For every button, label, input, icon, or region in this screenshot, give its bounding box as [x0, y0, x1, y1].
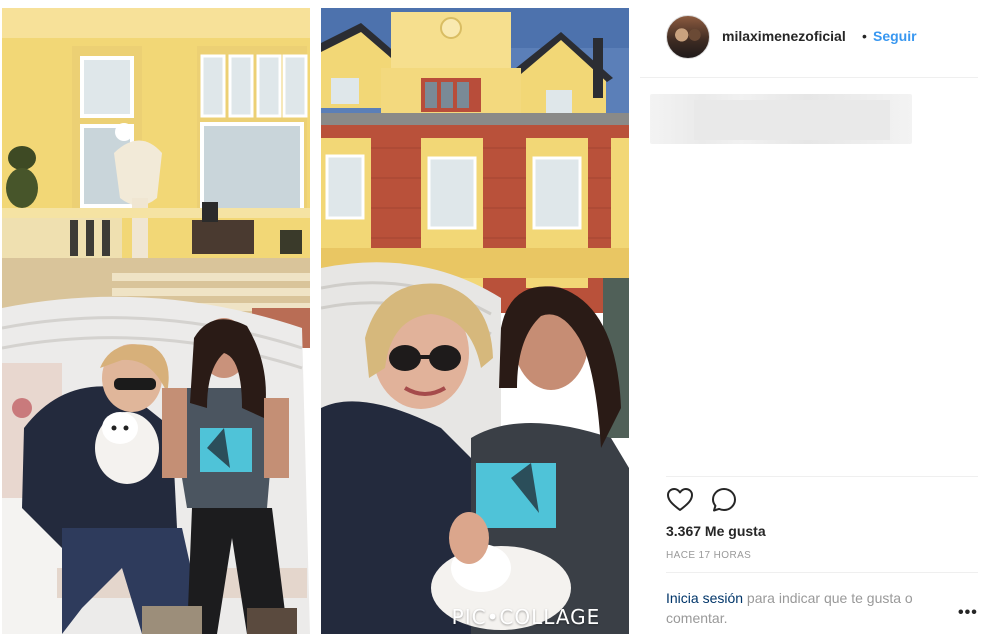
instagram-post: PIC•COLLAGE milaximenezoficial • Seguir … — [0, 0, 1000, 642]
ellipsis-icon[interactable]: ••• — [958, 604, 978, 622]
login-link[interactable]: Inicia sesión — [666, 590, 743, 606]
actions-divider — [666, 476, 978, 477]
likes-count[interactable]: 3.367 Me gusta — [666, 523, 766, 539]
separator-dot: • — [862, 28, 867, 44]
footer-divider — [666, 572, 978, 573]
post-timestamp[interactable]: HACE 17 HORAS — [666, 550, 751, 561]
follow-button[interactable]: Seguir — [873, 28, 917, 44]
blurred-caption-block — [694, 100, 890, 140]
collage-photo-right — [321, 8, 629, 634]
post-sidebar: milaximenezoficial • Seguir 3.367 Me gus… — [640, 0, 1000, 642]
post-header: milaximenezoficial • Seguir — [640, 0, 978, 78]
heart-outline-icon[interactable] — [666, 486, 694, 514]
comment-bubble-icon[interactable] — [710, 486, 738, 514]
post-media[interactable]: PIC•COLLAGE — [0, 0, 640, 642]
login-prompt: Inicia sesión para indicar que te gusta … — [666, 588, 966, 628]
username-link[interactable]: milaximenezoficial — [722, 28, 846, 44]
collage-photo-left — [2, 8, 310, 634]
avatar[interactable] — [666, 15, 710, 59]
pic-collage-watermark: PIC•COLLAGE — [451, 605, 601, 629]
blurred-caption — [650, 94, 912, 144]
